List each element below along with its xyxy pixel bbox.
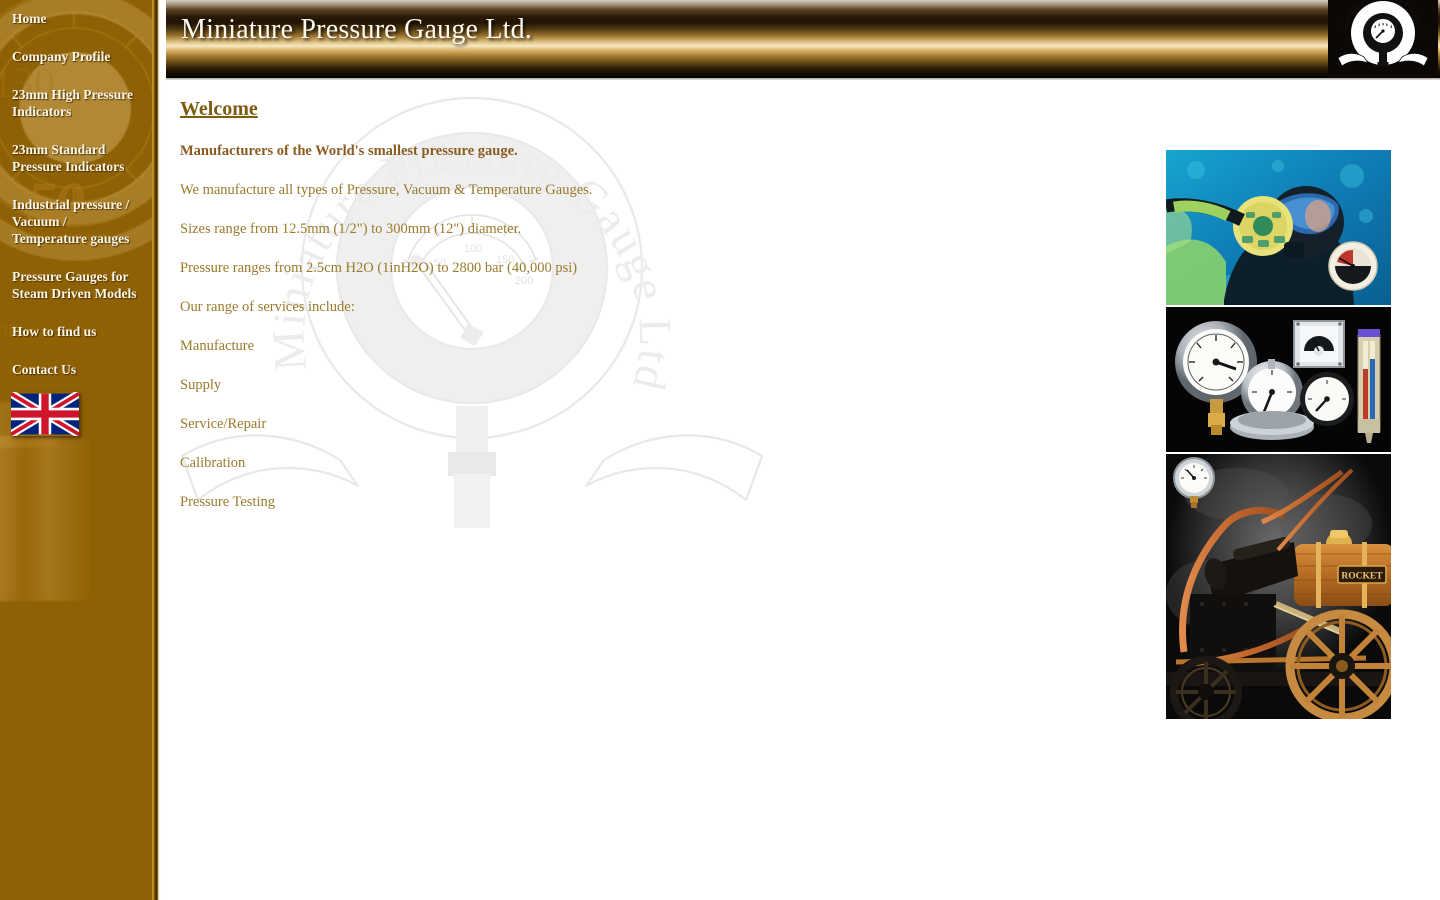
sidebar-item-steam-driven-models[interactable]: Pressure Gauges for Steam Driven Models [0,264,152,306]
sidebar-item-23mm-standard[interactable]: 23mm Standard Pressure Indicators [0,137,152,179]
paragraph-ranges: Pressure ranges from 2.5cm H2O (1inH2O) … [180,260,578,276]
site-header: Miniature Pressure Gauge Ltd. Miniatur e… [166,0,1440,78]
photo-rocket-locomotive[interactable]: ROCKET [1166,454,1391,719]
union-jack-flag-icon[interactable] [11,392,79,436]
service-manufacture: Manufacture [180,338,255,354]
welcome-heading: Welcome [180,98,258,120]
welcome-copy: Welcome Manufacturers of the World's sma… [180,98,820,533]
photo-gauge-collection[interactable] [1166,307,1391,452]
service-supply: Supply [180,377,222,393]
page-root: 130 50 years pr. Home Company Profile 23… [0,0,1440,900]
service-service-repair: Service/Repair [180,416,267,432]
paragraph-types: We manufacture all types of Pressure, Va… [180,182,593,198]
service-calibration: Calibration [180,455,246,471]
page-title: Miniature Pressure Gauge Ltd. [181,14,533,45]
paragraph-sizes: Sizes range from 12.5mm (1/2") to 300mm … [180,221,522,237]
main-content: 50 100 150 200 Miniature Pressure Gauge … [166,80,1440,900]
photo-scuba-diver[interactable] [1166,150,1391,305]
scuba-diver-image [1166,150,1391,305]
gauge-collection-image [1166,307,1391,452]
company-logo[interactable]: Miniature Pressure Gauge Ltd. [1328,0,1438,78]
locomotive-nameplate-label: ROCKET [1341,572,1383,582]
rocket-locomotive-image: ROCKET [1166,454,1391,719]
sidebar: 130 50 years pr. Home Company Profile 23… [0,0,152,900]
sidebar-item-contact-us[interactable]: Contact Us [0,357,152,382]
sidebar-item-how-to-find-us[interactable]: How to find us [0,319,152,344]
lead-paragraph: Manufacturers of the World's smallest pr… [180,143,518,159]
sidebar-watermark-fitting [0,436,90,601]
main-navigation: Home Company Profile 23mm High Pressure … [0,0,152,395]
sidebar-content-divider [152,0,166,900]
services-heading: Our range of services include: [180,299,355,315]
photo-column: ROCKET [1166,150,1392,721]
service-pressure-testing: Pressure Testing [180,494,275,510]
sidebar-item-company-profile[interactable]: Company Profile [0,44,152,69]
sidebar-item-home[interactable]: Home [0,6,152,31]
sidebar-item-industrial-gauges[interactable]: Industrial pressure / Vacuum / Temperatu… [0,192,152,251]
gauge-emblem-icon: Miniature Pressure Gauge Ltd. [1328,0,1438,78]
sidebar-item-23mm-high-pressure[interactable]: 23mm High Pressure Indicators [0,82,152,124]
